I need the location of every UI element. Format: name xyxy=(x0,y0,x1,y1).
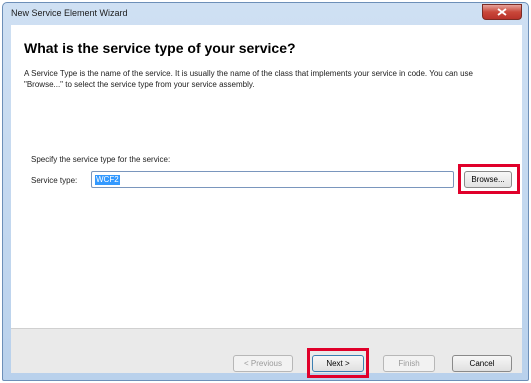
service-type-value: WCF2 xyxy=(95,175,120,185)
wizard-body: Specify the service type for the service… xyxy=(11,135,522,328)
finish-button[interactable]: Finish xyxy=(383,355,435,372)
title-bar: New Service Element Wizard xyxy=(3,3,528,25)
page-heading: What is the service type of your service… xyxy=(24,40,296,56)
cancel-button[interactable]: Cancel xyxy=(452,355,512,372)
previous-button[interactable]: < Previous xyxy=(233,355,293,372)
close-button[interactable] xyxy=(482,4,522,20)
wizard-header: What is the service type of your service… xyxy=(11,25,522,136)
service-type-prompt: Specify the service type for the service… xyxy=(31,155,171,164)
page-description: A Service Type is the name of the servic… xyxy=(24,69,473,89)
wizard-footer: < Previous Next > Finish Cancel xyxy=(11,328,522,378)
window-title: New Service Element Wizard xyxy=(11,8,128,18)
next-highlight-box xyxy=(307,348,369,378)
close-icon xyxy=(497,8,507,16)
browse-highlight-box xyxy=(458,164,520,194)
service-type-label: Service type: xyxy=(31,176,78,185)
service-type-input[interactable]: WCF2 xyxy=(91,171,454,188)
wizard-window: New Service Element Wizard What is the s… xyxy=(2,2,529,381)
